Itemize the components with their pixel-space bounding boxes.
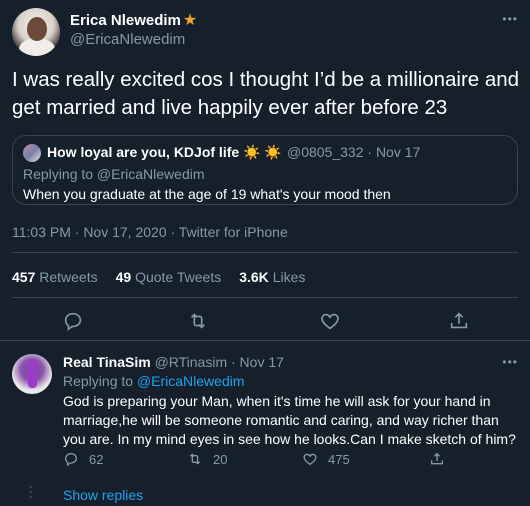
- reply-text: God is preparing your Man, when it's tim…: [63, 393, 516, 447]
- reply-retweet-button[interactable]: 20: [187, 451, 227, 467]
- engagement-stats: 457 Retweets 49 Quote Tweets 3.6K Likes: [12, 269, 323, 285]
- quote-tweets-count: 49: [115, 269, 132, 285]
- replying-to-handle-link[interactable]: @EricaNlewedim: [137, 373, 245, 389]
- divider: [12, 252, 518, 253]
- reply-reply-button[interactable]: 62: [63, 451, 103, 467]
- quoted-text: When you graduate at the age of 19 what'…: [23, 186, 391, 202]
- retweets-count: 457: [12, 269, 36, 285]
- replying-to-prefix: Replying to: [63, 373, 134, 389]
- quote-tweets-stat[interactable]: 49 Quote Tweets: [116, 269, 222, 285]
- tweet-text: I was really excited cos I thought I’d b…: [12, 68, 520, 119]
- quoted-replying-to: Replying to @EricaNlewedim: [23, 166, 205, 182]
- more-options-icon[interactable]: •••: [502, 12, 518, 26]
- reply-replies-count: 62: [89, 451, 104, 467]
- reply-name-row: Real TinaSim @RTinasim · Nov 17: [63, 354, 284, 370]
- reply-display-name[interactable]: Real TinaSim: [63, 354, 151, 370]
- reply-author-avatar[interactable]: [12, 354, 52, 394]
- quoted-tweet-card[interactable]: How loyal are you, KDJof life ☀️ ☀️ @080…: [12, 135, 518, 205]
- quoted-avatar: [23, 144, 41, 162]
- likes-stat[interactable]: 3.6K Likes: [239, 269, 305, 285]
- tweet-actions: [0, 306, 530, 336]
- reply-more-options-icon[interactable]: •••: [502, 355, 518, 369]
- show-replies-link[interactable]: Show replies: [63, 487, 143, 503]
- like-icon: [303, 453, 317, 466]
- reply-actions: 62 20 475: [63, 451, 463, 471]
- star-icon: ★: [182, 11, 198, 29]
- retweets-stat[interactable]: 457 Retweets: [12, 269, 98, 285]
- thread-connector-dots: [30, 486, 33, 504]
- share-icon[interactable]: [448, 310, 470, 332]
- retweets-label: Retweets: [39, 269, 98, 285]
- quoted-handle-time: @0805_332 · Nov 17: [287, 144, 421, 160]
- reply-handle-time[interactable]: @RTinasim · Nov 17: [155, 354, 284, 370]
- share-icon: [431, 452, 443, 465]
- reply-icon[interactable]: [62, 310, 84, 332]
- reply-retweets-count: 20: [213, 451, 228, 467]
- quoted-display-name: How loyal are you, KDJof life ☀️ ☀️: [47, 144, 282, 160]
- divider: [0, 340, 530, 341]
- tweet-timestamp[interactable]: 11:03 PM · Nov 17, 2020 · Twitter for iP…: [12, 224, 288, 240]
- quote-tweets-label: Quote Tweets: [135, 269, 222, 285]
- author-display-name[interactable]: Erica Nlewedim: [70, 12, 181, 29]
- author-avatar[interactable]: [12, 8, 60, 56]
- author-name-row[interactable]: Erica Nlewedim ★: [70, 12, 197, 29]
- likes-label: Likes: [272, 269, 306, 285]
- reply-share-button[interactable]: [429, 451, 455, 467]
- author-handle[interactable]: @EricaNlewedim: [70, 31, 185, 48]
- divider: [12, 297, 518, 298]
- reply-replying-to: Replying to @EricaNlewedim: [63, 373, 245, 389]
- reply-like-button[interactable]: 475: [302, 451, 350, 467]
- retweet-icon[interactable]: [187, 310, 209, 332]
- likes-count: 3.6K: [239, 269, 269, 285]
- retweet-icon: [189, 453, 201, 465]
- like-icon[interactable]: [319, 310, 341, 332]
- reply-icon: [64, 452, 78, 467]
- reply-likes-count: 475: [328, 451, 350, 467]
